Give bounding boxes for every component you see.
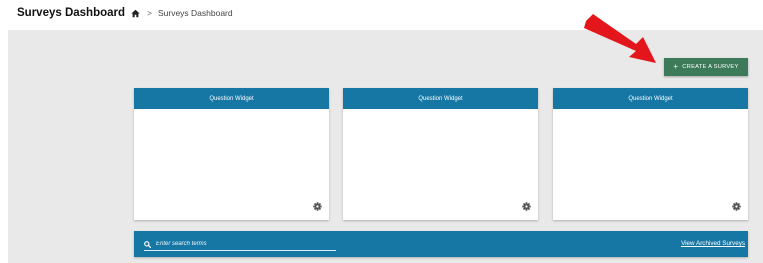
- search-input[interactable]: [156, 241, 326, 247]
- page-title: Surveys Dashboard: [17, 7, 126, 19]
- breadcrumb: > Surveys Dashboard: [131, 8, 233, 18]
- search-field[interactable]: [144, 238, 336, 251]
- red-arrow-annotation: [584, 14, 656, 63]
- plus-icon: +: [673, 62, 679, 71]
- breadcrumb-current: Surveys Dashboard: [157, 8, 233, 18]
- question-widget-card: Question Widget: [553, 88, 748, 220]
- gear-icon[interactable]: [732, 202, 741, 211]
- widget-header: Question Widget: [134, 88, 329, 109]
- create-survey-button[interactable]: + CREATE A SURVEY: [664, 58, 748, 76]
- gear-icon[interactable]: [313, 202, 322, 211]
- create-survey-label: CREATE A SURVEY: [682, 64, 739, 70]
- widget-header: Question Widget: [343, 88, 538, 109]
- breadcrumb-separator: >: [147, 8, 152, 18]
- gear-icon[interactable]: [522, 202, 531, 211]
- question-widget-card: Question Widget: [134, 88, 329, 220]
- view-archived-surveys-link[interactable]: View Archived Surveys: [681, 240, 745, 247]
- search-icon: [144, 240, 151, 248]
- widget-header: Question Widget: [553, 88, 748, 109]
- question-widget-card: Question Widget: [343, 88, 538, 220]
- search-bar: View Archived Surveys: [134, 231, 748, 257]
- home-icon[interactable]: [131, 9, 140, 18]
